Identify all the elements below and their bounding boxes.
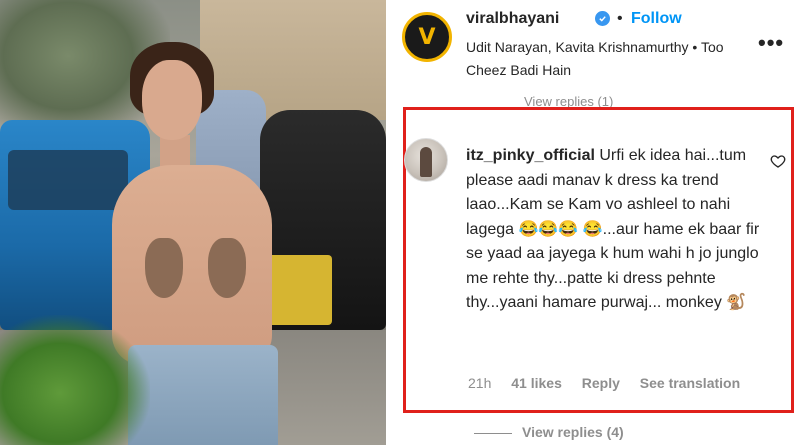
commenter-avatar[interactable] <box>404 138 448 182</box>
view-replies-bottom[interactable]: View replies (4) <box>474 424 624 440</box>
replies-divider <box>474 432 512 434</box>
follow-button[interactable]: Follow <box>631 10 682 28</box>
photo-plant <box>0 315 150 445</box>
view-replies-label[interactable]: View replies (4) <box>522 424 624 440</box>
comment-meta: 21h 41 likes Reply See translation <box>468 375 756 391</box>
see-translation-button[interactable]: See translation <box>640 375 740 391</box>
avatar-figure <box>420 147 432 177</box>
comment-body: itz_pinky_official Urfi ek idea hai...tu… <box>466 144 766 316</box>
photo-cover-left <box>145 238 183 298</box>
photo-jeans <box>128 345 278 445</box>
logo-letter: V <box>418 24 436 50</box>
photo-cover-right <box>208 238 246 298</box>
separator-dot: • <box>617 10 623 27</box>
heart-icon[interactable] <box>770 153 786 169</box>
commenter-username[interactable]: itz_pinky_official <box>466 147 595 164</box>
comment-likes[interactable]: 41 likes <box>511 375 562 391</box>
post-photo[interactable] <box>0 0 386 445</box>
reply-button[interactable]: Reply <box>582 375 620 391</box>
audio-info[interactable]: Udit Narayan, Kavita Krishnamurthy • Too… <box>466 36 736 82</box>
post-header: V viralbhayani • Follow ••• Udit Narayan… <box>386 0 800 100</box>
account-username[interactable]: viralbhayani <box>466 10 559 28</box>
comment-text: Urfi ek idea hai...tum please aadi manav… <box>466 147 760 311</box>
photo-car-window <box>8 150 128 210</box>
photo-figure-face <box>142 60 202 140</box>
verified-badge-icon <box>595 11 610 26</box>
account-avatar[interactable]: V <box>402 12 452 62</box>
comment-time: 21h <box>468 375 492 391</box>
more-options-icon[interactable]: ••• <box>758 30 784 56</box>
photo-rickshaw-panel <box>262 255 332 325</box>
